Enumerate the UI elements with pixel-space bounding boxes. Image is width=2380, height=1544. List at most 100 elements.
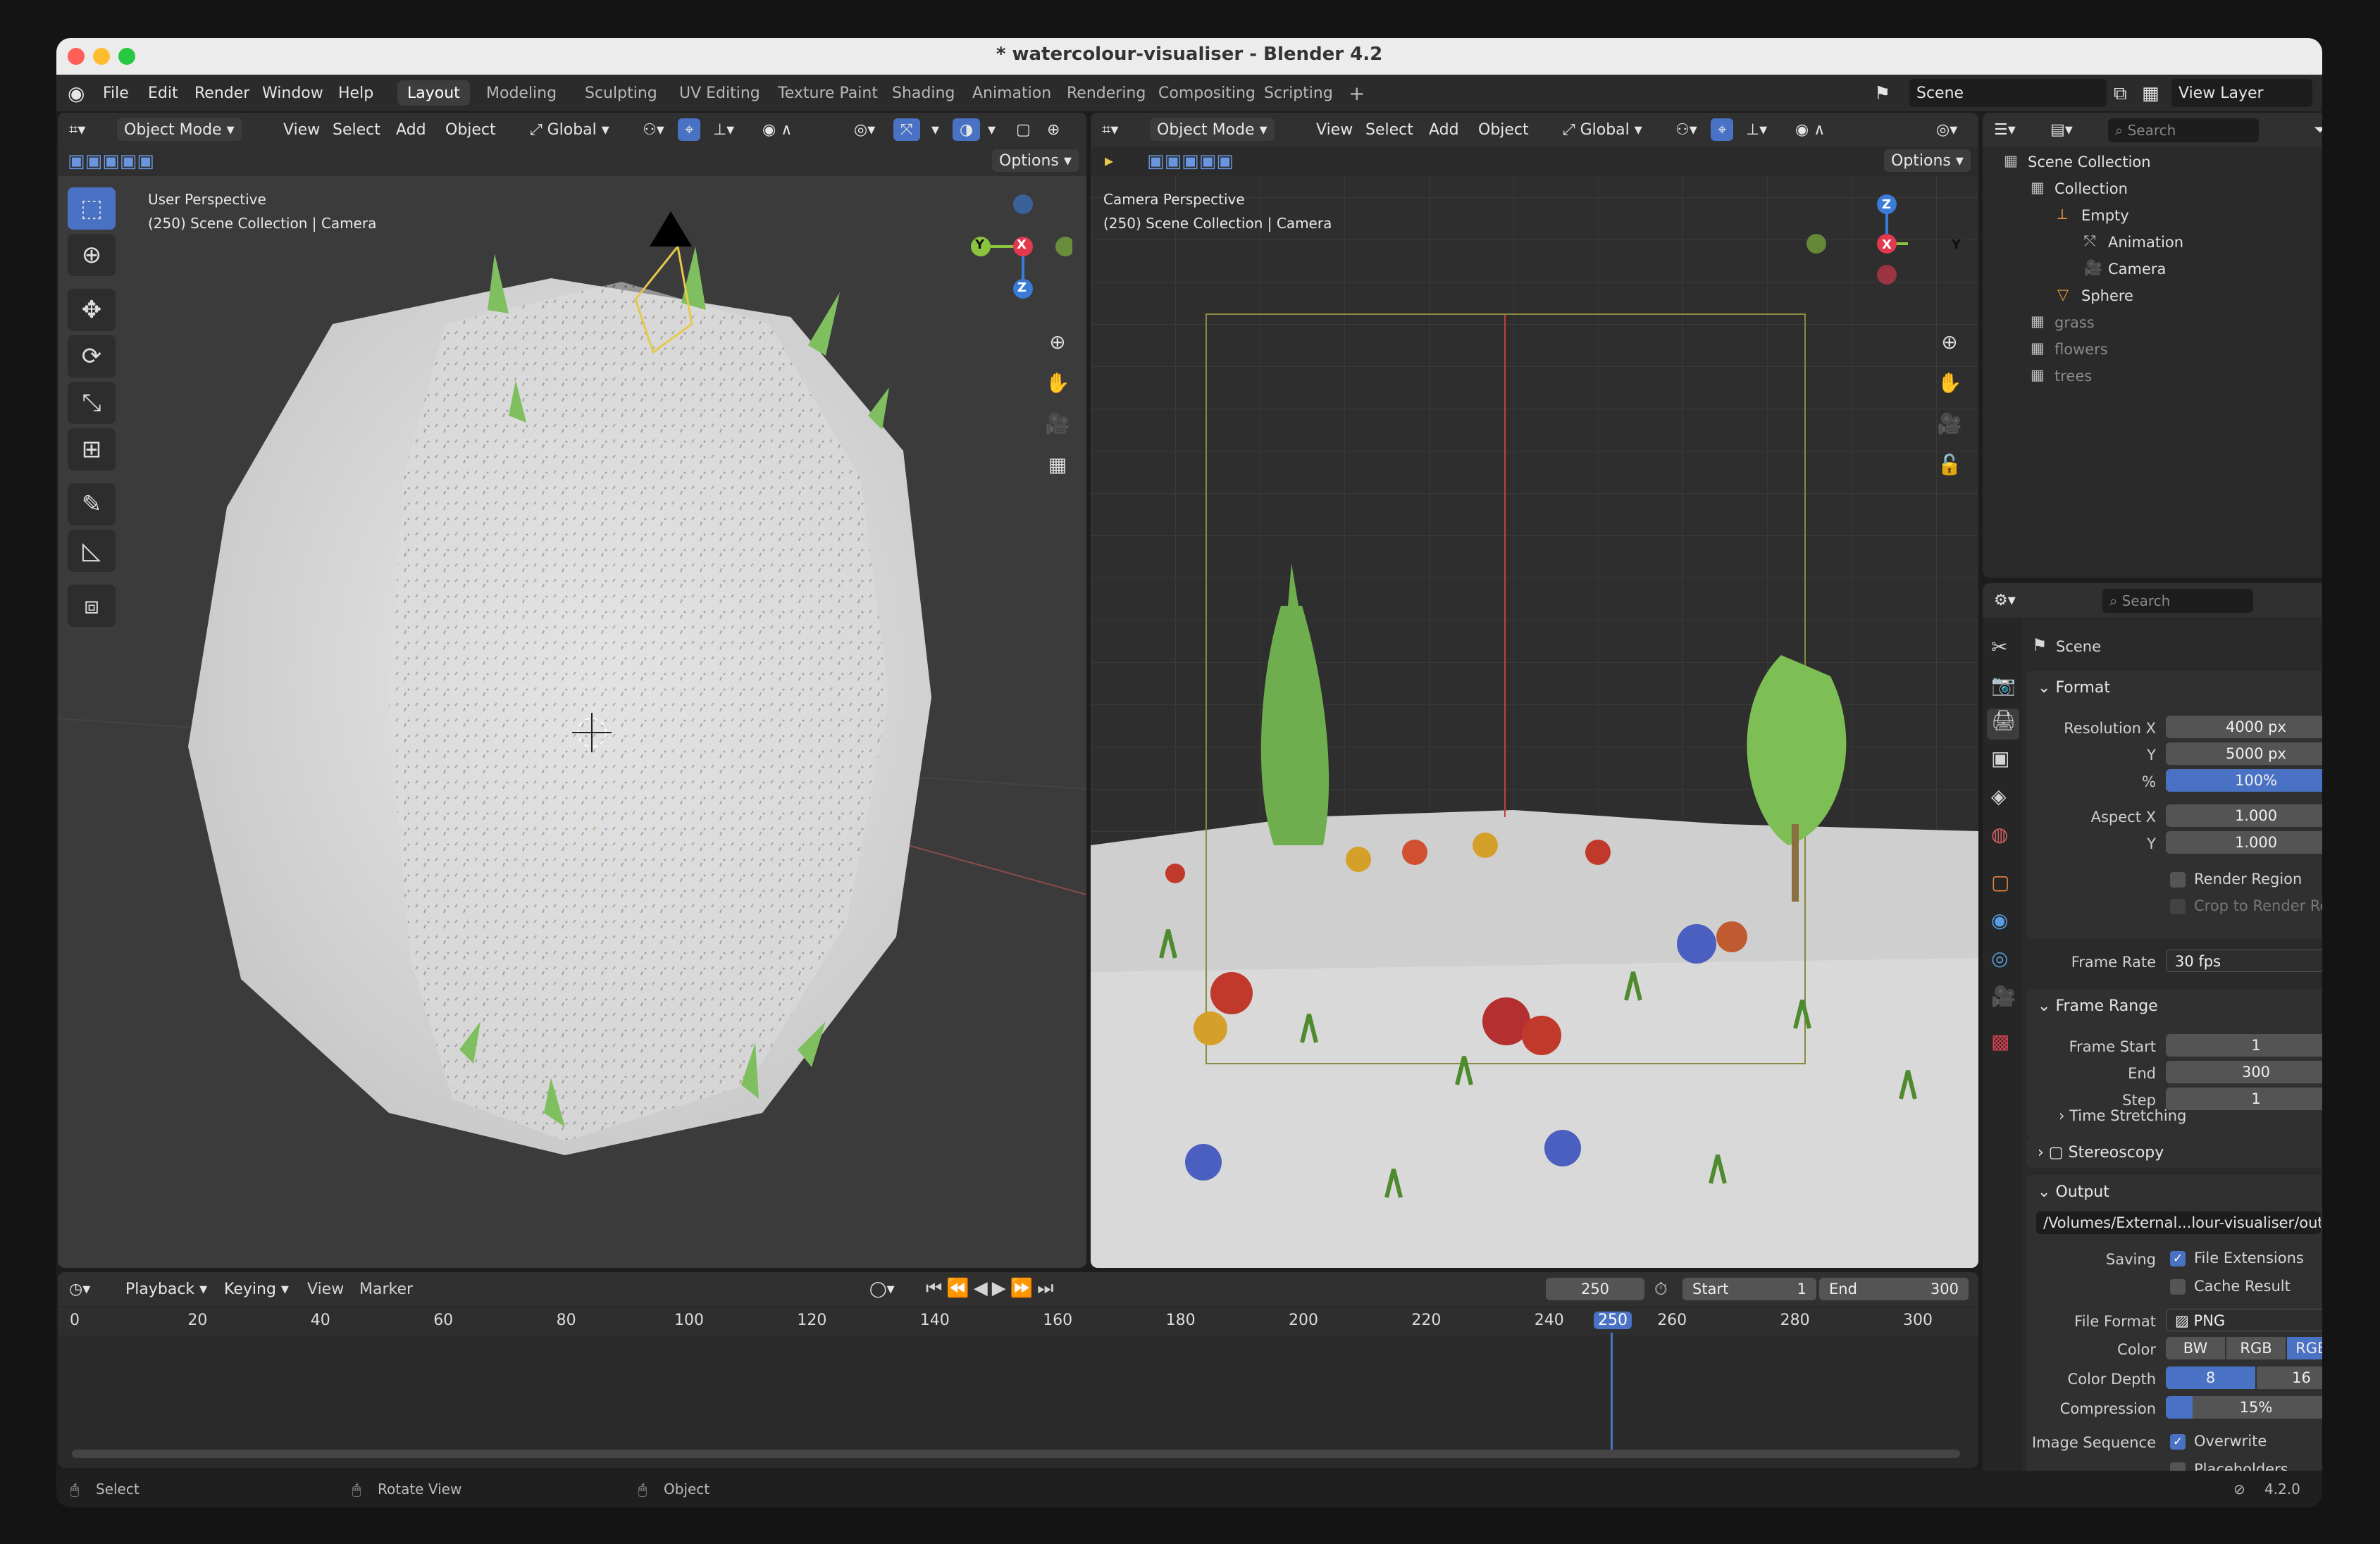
editor-type-icon[interactable]: ⌗▾ (1095, 118, 1125, 141)
aspect-y-field[interactable]: 1.000 (2166, 831, 2322, 854)
playback-controls[interactable]: ⏮⏪◀▶⏩⏭ (926, 1278, 1058, 1300)
tab-object-icon[interactable]: ▢ (1991, 871, 2009, 894)
camera-view-icon[interactable]: 🎥 (1932, 406, 1967, 441)
mode-dropdown[interactable]: Object Mode ▾ (1150, 118, 1275, 141)
tab-view-layer-icon[interactable]: ▣ (1991, 747, 2009, 770)
outliner-editor-icon[interactable]: ☰▾ (1987, 118, 2023, 141)
scale-tool-icon[interactable]: ⤡ (68, 382, 116, 424)
transform-orientation-dropdown[interactable]: ⤢ Global ▾ (1556, 118, 1649, 141)
resolution-percent-slider[interactable]: 100% (2166, 769, 2322, 792)
frame-range-header[interactable]: ⌄ Frame Range (2038, 997, 2158, 1015)
select-menu[interactable]: Select (1365, 121, 1413, 139)
outliner-row[interactable]: ▦Collection👁📷 (1983, 175, 2322, 201)
tab-sculpting[interactable]: Sculpting (575, 80, 667, 106)
stopwatch-icon[interactable]: ⏱ (1654, 1279, 1668, 1299)
tab-physics-icon[interactable]: ◎ (1991, 947, 2008, 970)
overlays-icon[interactable]: ◑ (953, 118, 981, 141)
gizmo-dropdown-icon[interactable]: ▾ (924, 118, 946, 141)
resolution-y-field[interactable]: 5000 px (2166, 742, 2322, 765)
auto-keying-icon[interactable]: ◯▾ (862, 1278, 902, 1300)
tab-animation[interactable]: Animation (962, 80, 1061, 106)
keying-menu[interactable]: Keying ▾ (217, 1278, 296, 1300)
tab-world-icon[interactable]: ◍ (1991, 823, 2008, 846)
snap-icon[interactable]: ⌖ (678, 118, 701, 141)
move-tool-icon[interactable]: ✥ (68, 289, 116, 331)
start-frame-field[interactable]: Start 1 (1682, 1278, 1816, 1300)
color-depth-16-button[interactable]: 16 (2257, 1366, 2322, 1389)
color-rgba-button[interactable]: RGBA (2287, 1337, 2322, 1359)
frame-step-field[interactable]: 1 (2166, 1088, 2322, 1110)
playhead[interactable] (1611, 1333, 1613, 1452)
tab-render-icon[interactable]: 📷 (1991, 673, 2016, 697)
menu-render[interactable]: Render (194, 85, 249, 102)
select-box-tool-icon[interactable]: ⬚ (68, 187, 116, 230)
shading-wire-icon[interactable]: ⊕ (1040, 118, 1067, 141)
add-menu[interactable]: Add (396, 121, 426, 139)
outliner-row[interactable]: ▦grass👁📷 (1983, 309, 2322, 335)
overlays-dropdown-icon[interactable]: ▾ (981, 118, 1003, 141)
view-menu[interactable]: View (1316, 121, 1353, 139)
transform-orientation-dropdown[interactable]: ⤢ Global ▾ (523, 118, 616, 141)
visibility-icon[interactable]: ◎▾ (1929, 118, 1964, 141)
file-extensions-checkbox[interactable]: ✓ (2170, 1251, 2186, 1266)
measure-tool-icon[interactable]: ◺ (68, 530, 116, 572)
timeline-scrollbar[interactable] (72, 1450, 1960, 1458)
cursor-tool-icon[interactable]: ⊕ (68, 234, 116, 276)
right-viewport[interactable]: ⌗▾ Object Mode ▾ View Select Add Object … (1091, 113, 1978, 1268)
stereoscopy-header[interactable]: › ▢ Stereoscopy (2038, 1144, 2164, 1162)
add-cube-tool-icon[interactable]: ⧈ (68, 585, 116, 627)
snap-icon[interactable]: ⌖ (1711, 118, 1734, 141)
options-dropdown[interactable]: Options ▾ (992, 149, 1079, 172)
menu-window[interactable]: Window (262, 85, 323, 102)
outliner-row[interactable]: ⤲Animation👁📷 (1983, 228, 2322, 255)
filter-icon[interactable]: ⏷▾ (2307, 118, 2322, 141)
tab-compositing[interactable]: Compositing (1148, 80, 1265, 106)
rotate-tool-icon[interactable]: ⟳ (68, 335, 116, 378)
render-region-checkbox[interactable] (2170, 872, 2186, 888)
properties-search-input[interactable]: ⌕ Search (2102, 589, 2253, 613)
tab-modeling[interactable]: Modeling (476, 80, 566, 106)
tab-layout[interactable]: Layout (397, 80, 470, 106)
tab-modifiers-icon[interactable]: ◉ (1991, 909, 2008, 932)
file-format-dropdown[interactable]: ▨ PNG⌄ (2166, 1309, 2322, 1331)
xray-icon[interactable]: ▢ (1009, 118, 1038, 141)
visibility-icon[interactable]: ◎▾ (847, 118, 882, 141)
left-viewport[interactable]: ⌗▾ Object Mode ▾ View Select Add Object … (58, 113, 1086, 1268)
add-menu[interactable]: Add (1429, 121, 1459, 139)
display-mode-icon[interactable]: ▤▾ (2043, 118, 2080, 141)
select-menu[interactable]: Select (333, 121, 380, 139)
overwrite-checkbox[interactable]: ✓ (2170, 1434, 2186, 1450)
proportional-edit-icon[interactable]: ◉ ∧ (755, 118, 799, 141)
playback-menu[interactable]: Playback ▾ (118, 1278, 214, 1300)
outliner-row[interactable]: ▽Sphere👁📷 (1983, 282, 2322, 309)
transform-tool-icon[interactable]: ⊞ (68, 428, 116, 471)
options-dropdown[interactable]: Options ▾ (1884, 149, 1971, 172)
frame-start-field[interactable]: 1 (2166, 1034, 2322, 1057)
pivot-icon[interactable]: ⚇▾ (1668, 118, 1704, 141)
outliner-row[interactable]: ▦ Scene Collection (1983, 148, 2322, 175)
tab-texture-icon[interactable]: ▩ (1991, 1030, 2009, 1053)
timeline-editor-icon[interactable]: ◷▾ (62, 1278, 97, 1300)
mode-dropdown[interactable]: Object Mode ▾ (117, 118, 242, 141)
select-mode-icons[interactable]: ▣▣▣▣▣ (68, 151, 154, 172)
current-frame-field[interactable]: 250 (1546, 1278, 1644, 1300)
outliner-row[interactable]: ⟂Empty👁📷 (1983, 201, 2322, 228)
tab-rendering[interactable]: Rendering (1057, 80, 1155, 106)
ortho-grid-icon[interactable]: ▦ (1040, 447, 1075, 482)
view-layer-selector[interactable]: View Layer (2171, 79, 2312, 107)
zoom-icon[interactable]: ⊕ (1932, 324, 1967, 359)
tab-scripting[interactable]: Scripting (1254, 80, 1343, 106)
color-depth-8-button[interactable]: 8 (2166, 1366, 2255, 1389)
blender-logo-icon[interactable]: ◉ (68, 82, 85, 105)
lock-camera-icon[interactable]: 🔓 (1932, 447, 1967, 482)
output-path-field[interactable]: /Volumes/External...lour-visualiser/out/ (2036, 1212, 2321, 1234)
annotate-tool-icon[interactable]: ✎ (68, 483, 116, 525)
scene-selector[interactable]: Scene (1909, 79, 2107, 107)
zoom-icon[interactable]: ⊕ (1040, 324, 1075, 359)
aspect-x-field[interactable]: 1.000 (2166, 804, 2322, 827)
crop-checkbox[interactable] (2170, 899, 2186, 914)
camera-view-icon[interactable]: 🎥 (1040, 406, 1075, 441)
tab-tool-icon[interactable]: ✂ (1991, 635, 2007, 659)
select-tool-icon[interactable]: ▸ (1105, 151, 1113, 170)
tab-output-icon[interactable]: 🖨 (1987, 709, 2019, 740)
